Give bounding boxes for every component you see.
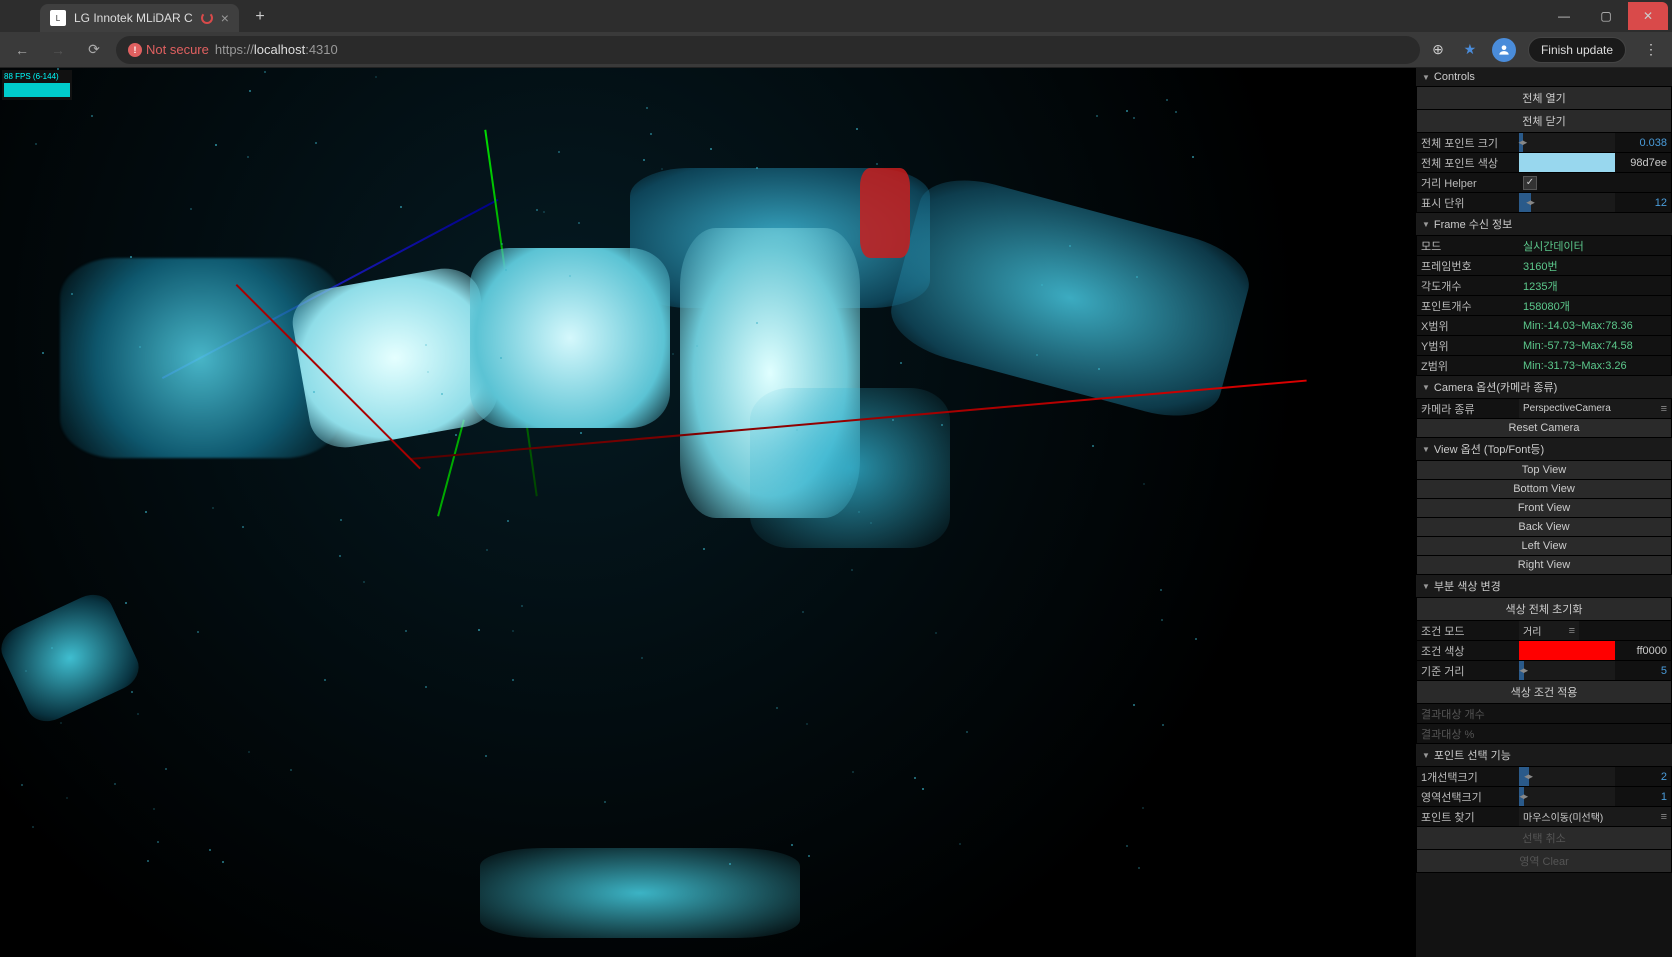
point-color-label: 전체 포인트 색상 [1417,155,1519,171]
new-tab-button[interactable]: + [250,8,270,26]
finish-update-button[interactable]: Finish update [1528,37,1626,63]
right-view-button[interactable]: Right View [1416,556,1672,575]
x-range-value: Min:-14.03~Max:78.36 [1519,320,1671,332]
point-find-label: 포인트 찾기 [1417,809,1519,825]
mode-label: 모드 [1417,238,1519,254]
distance-helper-checkbox[interactable]: ✓ [1523,176,1537,190]
window-close-button[interactable]: ✕ [1628,2,1668,30]
window-minimize-button[interactable]: — [1544,2,1584,30]
result-pct-label: 결과대상 % [1417,726,1519,742]
z-range-label: Z범위 [1417,358,1519,374]
point-color-value[interactable]: 98d7ee [1615,153,1671,172]
area-sel-value[interactable]: 1 [1615,787,1671,806]
area-clear-button[interactable]: 영역 Clear [1416,850,1672,873]
tab-close-icon[interactable]: × [221,10,229,26]
point-cloud-scene [0,68,1416,957]
cancel-selection-button[interactable]: 선택 취소 [1416,827,1672,850]
mode-value: 실시간데이터 [1519,238,1671,254]
tab-title: LG Innotek MLiDAR C [74,11,193,25]
view-options-header[interactable]: View 옵션 (Top/Font등) [1416,438,1672,461]
control-panel: Controls 전체 열기 전체 닫기 전체 포인트 크기 0.038 전체 … [1416,68,1672,957]
cond-color-value[interactable]: ff0000 [1615,641,1671,660]
nav-back-button[interactable]: ← [8,36,36,64]
close-all-button[interactable]: 전체 닫기 [1416,110,1672,133]
profile-avatar-icon[interactable] [1492,38,1516,62]
ref-dist-value[interactable]: 5 [1615,661,1671,680]
bottom-view-button[interactable]: Bottom View [1416,480,1672,499]
frame-no-value: 3160번 [1519,258,1671,274]
point-count-value: 158080개 [1519,298,1671,314]
reset-colors-button[interactable]: 색상 전체 초기화 [1416,598,1672,621]
point-size-value[interactable]: 0.038 [1615,133,1671,152]
point-find-select[interactable]: 마우스이동(미선택) [1519,807,1671,826]
front-view-button[interactable]: Front View [1416,499,1672,518]
loading-spinner-icon [201,12,213,24]
single-sel-slider[interactable] [1519,767,1615,786]
area-sel-slider[interactable] [1519,787,1615,806]
top-view-button[interactable]: Top View [1416,461,1672,480]
point-count-label: 포인트개수 [1417,298,1519,314]
lidar-viewport[interactable]: 88 FPS (6-144) [0,68,1416,957]
bookmark-star-icon[interactable]: ★ [1460,40,1480,60]
result-count-label: 결과대상 개수 [1417,706,1519,722]
cond-color-label: 조건 색상 [1417,643,1519,659]
install-app-icon[interactable]: ⊕ [1428,40,1448,60]
security-indicator[interactable]: ! Not secure [128,42,209,57]
camera-type-label: 카메라 종류 [1417,401,1519,417]
nav-reload-button[interactable]: ⟳ [80,36,108,64]
y-range-label: Y범위 [1417,338,1519,354]
z-range-value: Min:-31.73~Max:3.26 [1519,360,1671,372]
tab-favicon: L [50,10,66,26]
camera-type-select[interactable]: PerspectiveCamera [1519,399,1671,418]
angle-count-value: 1235개 [1519,278,1671,294]
ref-dist-slider[interactable] [1519,661,1615,680]
partial-color-header[interactable]: 부분 색상 변경 [1416,575,1672,598]
browser-menu-icon[interactable]: ⋮ [1638,41,1664,58]
angle-count-label: 각도개수 [1417,278,1519,294]
left-view-button[interactable]: Left View [1416,537,1672,556]
window-maximize-button[interactable]: ▢ [1586,2,1626,30]
nav-forward-button: → [44,36,72,64]
cond-mode-select[interactable]: 거리 [1519,621,1579,640]
point-size-slider[interactable] [1519,133,1615,152]
distance-helper-label: 거리 Helper [1417,175,1519,191]
camera-options-header[interactable]: Camera 옵션(카메라 종류) [1416,376,1672,399]
reset-camera-button[interactable]: Reset Camera [1416,419,1672,438]
not-secure-icon: ! [128,43,142,57]
area-sel-label: 영역선택크기 [1417,789,1519,805]
point-size-label: 전체 포인트 크기 [1417,135,1519,151]
single-sel-label: 1개선택크기 [1417,769,1519,785]
browser-tab[interactable]: L LG Innotek MLiDAR C × [40,4,239,32]
x-range-label: X범위 [1417,318,1519,334]
point-select-header[interactable]: 포인트 선택 기능 [1416,744,1672,767]
single-sel-value[interactable]: 2 [1615,767,1671,786]
frame-info-header[interactable]: Frame 수신 정보 [1416,213,1672,236]
display-unit-slider[interactable] [1519,193,1615,212]
ref-dist-label: 기준 거리 [1417,663,1519,679]
controls-section-header[interactable]: Controls [1416,68,1672,87]
point-color-swatch[interactable] [1519,153,1615,172]
address-bar[interactable]: ! Not secure https://localhost:4310 [116,36,1420,64]
open-all-button[interactable]: 전체 열기 [1416,87,1672,110]
y-range-value: Min:-57.73~Max:74.58 [1519,340,1671,352]
cond-color-swatch[interactable] [1519,641,1615,660]
apply-color-button[interactable]: 색상 조건 적용 [1416,681,1672,704]
cond-mode-label: 조건 모드 [1417,623,1519,639]
display-unit-value[interactable]: 12 [1615,193,1671,212]
back-view-button[interactable]: Back View [1416,518,1672,537]
frame-no-label: 프레임번호 [1417,258,1519,274]
display-unit-label: 표시 단위 [1417,195,1519,211]
